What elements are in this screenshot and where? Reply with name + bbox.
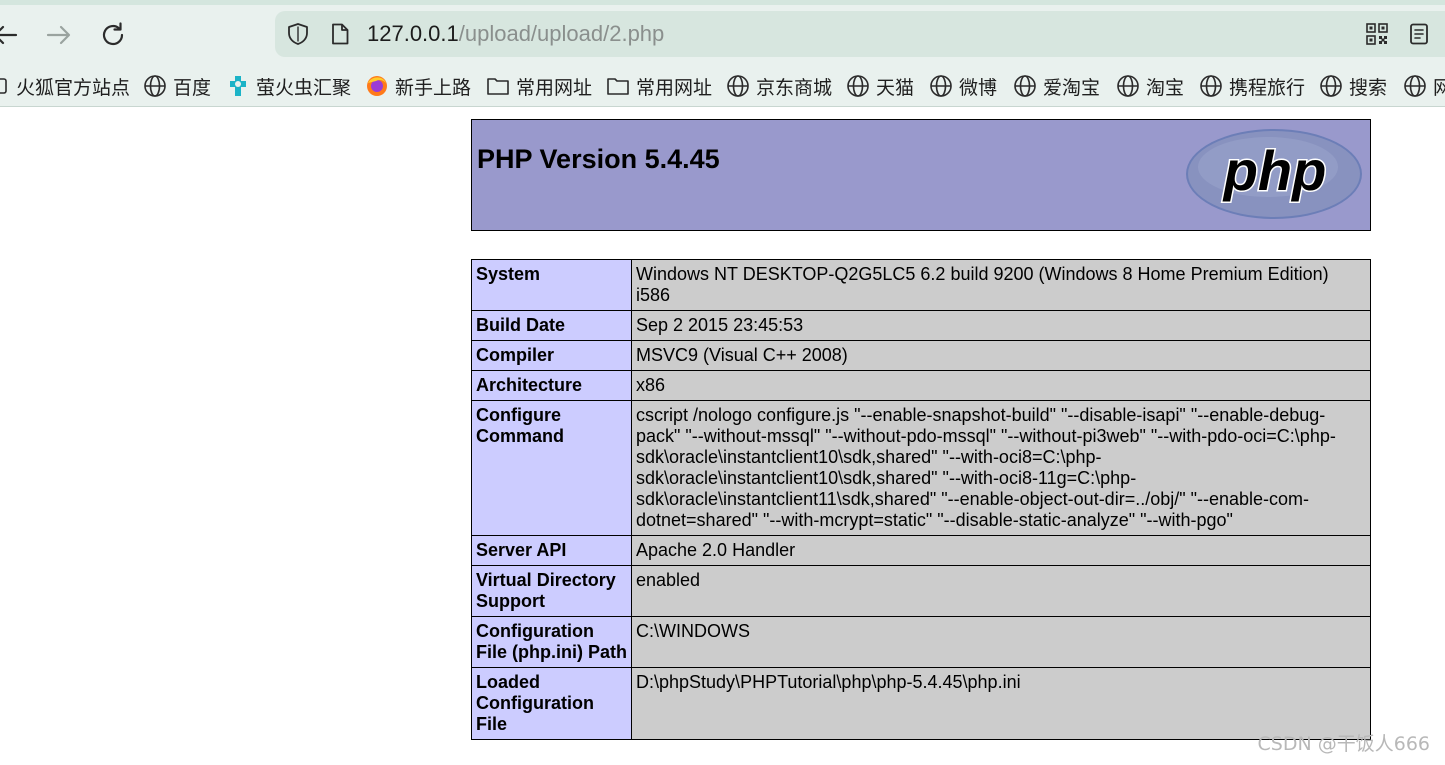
reload-button[interactable]	[96, 18, 130, 52]
table-row: Compiler MSVC9 (Visual C++ 2008)	[471, 340, 1371, 371]
globe-icon	[1014, 75, 1036, 97]
bookmark-item[interactable]: 萤火虫汇聚	[226, 71, 351, 101]
globe-icon	[1320, 75, 1342, 97]
bookmark-item[interactable]: 常用网址	[486, 71, 592, 101]
bookmark-label: 常用网址	[636, 76, 713, 99]
row-value: MSVC9 (Visual C++ 2008)	[631, 340, 1371, 371]
shield-icon[interactable]	[286, 22, 310, 46]
bookmark-item[interactable]: 爱淘宝	[1013, 71, 1100, 101]
bookmark-label: 网	[1433, 76, 1445, 99]
folder-icon	[0, 78, 7, 94]
table-row: Configure Command cscript /nologo config…	[471, 400, 1371, 536]
row-key: Configure Command	[471, 400, 632, 536]
folder-icon	[607, 78, 629, 95]
address-bar[interactable]: 127.0.0.1/upload/upload/2.php	[275, 11, 1445, 57]
bookmark-item[interactable]: 新手上路	[365, 71, 471, 101]
firefox-icon	[367, 76, 387, 96]
row-key: System	[471, 259, 632, 311]
bookmark-label: 百度	[173, 76, 212, 99]
row-key: Virtual Directory Support	[471, 565, 632, 617]
php-logo-text: php	[1222, 139, 1327, 202]
bookmark-item[interactable]: 火狐官方站点	[0, 71, 130, 101]
row-value: Apache 2.0 Handler	[631, 535, 1371, 566]
row-value: cscript /nologo configure.js "--enable-s…	[631, 400, 1371, 536]
qr-code-icon[interactable]	[1365, 22, 1389, 46]
bookmark-item[interactable]: 搜索	[1319, 71, 1387, 101]
arrow-left-icon	[0, 25, 18, 45]
row-key: Architecture	[471, 370, 632, 401]
url-path: /upload/upload/2.php	[458, 21, 665, 46]
table-row: Virtual Directory Support enabled	[471, 565, 1371, 617]
table-row: Server API Apache 2.0 Handler	[471, 535, 1371, 566]
php-logo[interactable]: php php	[1184, 127, 1364, 221]
folder-icon	[487, 78, 509, 95]
puzzle-icon	[230, 76, 246, 96]
bookmark-label: 爱淘宝	[1043, 76, 1101, 99]
bookmark-item[interactable]: 携程旅行	[1199, 71, 1305, 101]
bookmark-item[interactable]: 百度	[143, 71, 211, 101]
bookmarks-toolbar: 火狐官方站点 百度 萤火虫汇聚 新手上路 常用网址 常用网址 京东商城 天猫 微…	[0, 71, 1445, 101]
php-info-table: System Windows NT DESKTOP-Q2G5LC5 6.2 bu…	[471, 259, 1371, 740]
row-key: Server API	[471, 535, 632, 566]
globe-icon	[144, 75, 166, 97]
bookmark-item[interactable]: 京东商城	[726, 71, 832, 101]
bookmark-item[interactable]: 天猫	[846, 71, 914, 101]
row-key: Build Date	[471, 310, 632, 341]
row-value: Sep 2 2015 23:45:53	[631, 310, 1371, 341]
bookmark-label: 微博	[959, 76, 998, 99]
globe-icon	[1200, 75, 1222, 97]
bookmark-item[interactable]: 常用网址	[606, 71, 712, 101]
row-value: C:\WINDOWS	[631, 616, 1371, 668]
globe-icon	[727, 75, 749, 97]
bookmark-item[interactable]: 淘宝	[1116, 71, 1184, 101]
page-title: PHP Version 5.4.45	[477, 144, 720, 174]
back-button[interactable]	[0, 18, 22, 52]
row-key: Loaded Configuration File	[471, 667, 632, 740]
chrome-top-border	[0, 0, 1445, 5]
forward-button[interactable]	[42, 18, 76, 52]
table-row: Build Date Sep 2 2015 23:45:53	[471, 310, 1371, 341]
arrow-right-icon	[46, 25, 71, 45]
globe-icon	[930, 75, 952, 97]
url-text[interactable]: 127.0.0.1/upload/upload/2.php	[367, 21, 664, 47]
php-header: PHP Version 5.4.45 php php	[471, 119, 1371, 231]
bookmark-item[interactable]: 网	[1403, 71, 1445, 101]
row-key: Configuration File (php.ini) Path	[471, 616, 632, 668]
table-row: Configuration File (php.ini) Path C:\WIN…	[471, 616, 1371, 668]
globe-icon	[1117, 75, 1139, 97]
globe-icon	[1404, 75, 1426, 97]
bookmark-label: 搜索	[1349, 76, 1388, 99]
bookmark-label: 火狐官方站点	[16, 76, 131, 99]
row-key: Compiler	[471, 340, 632, 371]
table-row: Loaded Configuration File D:\phpStudy\PH…	[471, 667, 1371, 740]
row-value: Windows NT DESKTOP-Q2G5LC5 6.2 build 920…	[631, 259, 1371, 311]
bookmark-label: 天猫	[876, 76, 915, 99]
row-value: x86	[631, 370, 1371, 401]
bookmark-label: 常用网址	[516, 76, 593, 99]
table-row: System Windows NT DESKTOP-Q2G5LC5 6.2 bu…	[471, 259, 1371, 311]
reload-icon	[102, 22, 124, 46]
watermark: CSDN @干饭人666	[1257, 733, 1430, 755]
reader-view-icon[interactable]	[1407, 22, 1431, 46]
browser-chrome: 127.0.0.1/upload/upload/2.php 火狐官方站点 百度 …	[0, 0, 1445, 107]
table-row: Architecture x86	[471, 370, 1371, 401]
bookmark-label: 淘宝	[1146, 76, 1185, 99]
bookmark-label: 京东商城	[756, 76, 833, 99]
page-content: PHP Version 5.4.45 php php System Window…	[0, 107, 1445, 765]
bookmark-item[interactable]: 微博	[929, 71, 997, 101]
page-icon[interactable]	[328, 22, 352, 46]
bookmark-label: 携程旅行	[1229, 76, 1306, 99]
bookmark-label: 新手上路	[395, 76, 472, 99]
url-host: 127.0.0.1	[367, 21, 459, 46]
bookmark-label: 萤火虫汇聚	[256, 76, 352, 99]
row-value: enabled	[631, 565, 1371, 617]
globe-icon	[847, 75, 869, 97]
